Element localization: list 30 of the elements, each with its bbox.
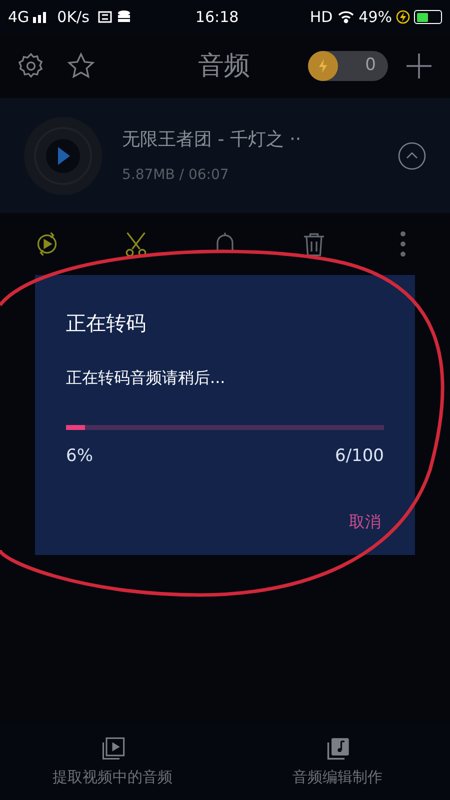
coin-icon <box>308 51 338 81</box>
song-card[interactable]: 无限王者团 - 千灯之 ·· 5.87MB / 06:07 <box>0 98 450 213</box>
star-icon[interactable] <box>66 51 96 81</box>
collapse-icon[interactable] <box>398 142 426 170</box>
hd-label: HD <box>310 6 333 28</box>
coin-toggle[interactable]: 0 <box>308 51 388 81</box>
nav-tab[interactable]: 提取视频中的音频 <box>0 724 225 800</box>
battery-icon <box>414 10 442 24</box>
progress-count: 6/100 <box>335 445 384 468</box>
dialog-message: 正在转码音频请稍后... <box>66 367 226 389</box>
nav-tab[interactable]: 音频编辑制作 <box>225 724 450 800</box>
music-icon <box>324 736 350 762</box>
page-title: 音频 <box>198 50 250 82</box>
sim-icon <box>97 10 114 24</box>
clock: 16:18 <box>195 6 239 28</box>
more-icon <box>400 231 406 257</box>
video-icon <box>100 736 126 762</box>
dialog-title: 正在转码 <box>66 310 147 337</box>
progress-percent: 6% <box>66 445 93 468</box>
add-icon[interactable] <box>404 51 434 81</box>
vinyl-disc-icon <box>24 116 102 194</box>
charging-icon <box>396 10 410 24</box>
song-info: 5.87MB / 06:07 <box>122 166 230 184</box>
cancel-button[interactable]: 取消 <box>349 510 381 534</box>
coin-count: 0 <box>365 54 376 78</box>
network-label: 4G <box>8 6 30 28</box>
wifi-icon <box>336 10 355 24</box>
speed-label: 0K/s <box>57 6 90 28</box>
song-title: 无限王者团 - 千灯之 ·· <box>122 128 302 152</box>
battery-percent: 49% <box>358 6 392 28</box>
